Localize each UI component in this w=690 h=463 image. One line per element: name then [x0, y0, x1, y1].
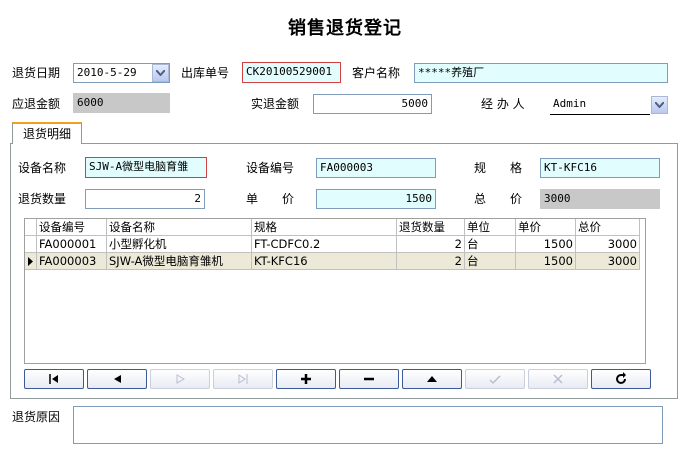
grid-header-row: 设备编号 设备名称 规格 退货数量 单位 单价 总价 [25, 219, 640, 236]
up-triangle-icon [427, 376, 437, 382]
next-record-button[interactable] [150, 369, 210, 389]
column-header[interactable]: 总价 [576, 219, 640, 236]
device-name-field[interactable]: SJW-A微型电脑育雏 [85, 157, 207, 178]
reason-textarea[interactable] [73, 406, 663, 444]
table-cell: FA000001 [37, 236, 107, 253]
device-name-label: 设备名称 [18, 161, 67, 175]
next-icon [176, 374, 186, 384]
refresh-button[interactable] [591, 369, 651, 389]
qty-label: 退货数量 [18, 192, 67, 206]
spec-field[interactable]: KT-KFC16 [540, 158, 660, 178]
unit-price-label: 单 价 [246, 192, 295, 206]
prior-icon [114, 375, 121, 383]
minus-icon [364, 377, 374, 381]
handler-dropdown-button[interactable] [651, 96, 668, 114]
row-indicator [25, 236, 37, 253]
column-header[interactable]: 设备编号 [37, 219, 107, 236]
refund-due-field: 6000 [73, 93, 170, 113]
chevron-down-icon [655, 102, 664, 108]
detail-grid[interactable]: 设备编号 设备名称 规格 退货数量 单位 单价 总价 FA000001 小型孵化机 FT-CDFC… [24, 218, 646, 364]
tab-return-detail[interactable]: 退货明细 [12, 122, 82, 144]
handler-label: 经 办 人 [481, 97, 525, 111]
x-icon [553, 374, 563, 384]
table-cell: FT-CDFC0.2 [252, 236, 397, 253]
outbound-no-label: 出库单号 [181, 66, 230, 80]
table-cell: KT-KFC16 [252, 253, 397, 270]
return-date-label: 退货日期 [12, 66, 61, 80]
check-icon [489, 375, 501, 385]
row-indicator [25, 253, 37, 270]
column-header[interactable]: 单位 [465, 219, 516, 236]
column-header[interactable]: 规格 [252, 219, 397, 236]
first-icon [49, 374, 58, 384]
chevron-down-icon [156, 70, 165, 76]
page-title: 销售退货登记 [288, 18, 402, 39]
spec-label: 规 格 [474, 161, 523, 175]
table-cell: 1500 [516, 253, 576, 270]
insert-button[interactable] [276, 369, 336, 389]
record-navigator [24, 369, 654, 391]
prior-record-button[interactable] [87, 369, 147, 389]
unit-price-field[interactable]: 1500 [316, 189, 436, 209]
first-record-button[interactable] [24, 369, 84, 389]
plus-icon [301, 374, 311, 384]
outbound-no-field[interactable]: CK20100529001 [242, 62, 341, 83]
cancel-button[interactable] [528, 369, 588, 389]
column-header[interactable]: 退货数量 [397, 219, 465, 236]
refund-due-label: 应退金额 [12, 97, 61, 111]
return-date-value: 2010-5-29 [77, 66, 137, 79]
refund-actual-field[interactable]: 5000 [313, 94, 432, 114]
customer-label: 客户名称 [352, 66, 401, 80]
column-header[interactable]: 设备名称 [107, 219, 252, 236]
table-cell: 小型孵化机 [107, 236, 252, 253]
column-header[interactable]: 单价 [516, 219, 576, 236]
qty-field[interactable]: 2 [85, 189, 205, 209]
table-row[interactable]: FA000003 SJW-A微型电脑育雏机 KT-KFC16 2 台 1500 3000 [25, 253, 640, 270]
device-no-label: 设备编号 [246, 161, 295, 175]
table-cell: 3000 [576, 253, 640, 270]
table-row[interactable]: FA000001 小型孵化机 FT-CDFC0.2 2 台 1500 3000 [25, 236, 640, 253]
customer-field[interactable]: *****养殖厂 [414, 63, 668, 83]
last-record-button[interactable] [213, 369, 273, 389]
refresh-icon [616, 372, 626, 384]
table-cell: 台 [465, 236, 516, 253]
table-cell: 3000 [576, 236, 640, 253]
device-no-field[interactable]: FA000003 [316, 158, 436, 178]
refund-actual-label: 实退金额 [251, 97, 300, 111]
table-cell: FA000003 [37, 253, 107, 270]
total-label: 总 价 [474, 192, 523, 206]
table-cell: SJW-A微型电脑育雏机 [107, 253, 252, 270]
edit-button[interactable] [402, 369, 462, 389]
last-icon [238, 374, 248, 384]
row-indicator [25, 219, 37, 236]
reason-label: 退货原因 [12, 410, 61, 424]
handler-select[interactable]: Admin [550, 95, 650, 115]
table-cell: 2 [397, 253, 465, 270]
current-row-icon [28, 256, 33, 266]
date-dropdown-button[interactable] [152, 64, 169, 82]
delete-button[interactable] [339, 369, 399, 389]
table-cell: 2 [397, 236, 465, 253]
post-button[interactable] [465, 369, 525, 389]
total-field: 3000 [540, 189, 660, 209]
table-cell: 1500 [516, 236, 576, 253]
table-cell: 台 [465, 253, 516, 270]
